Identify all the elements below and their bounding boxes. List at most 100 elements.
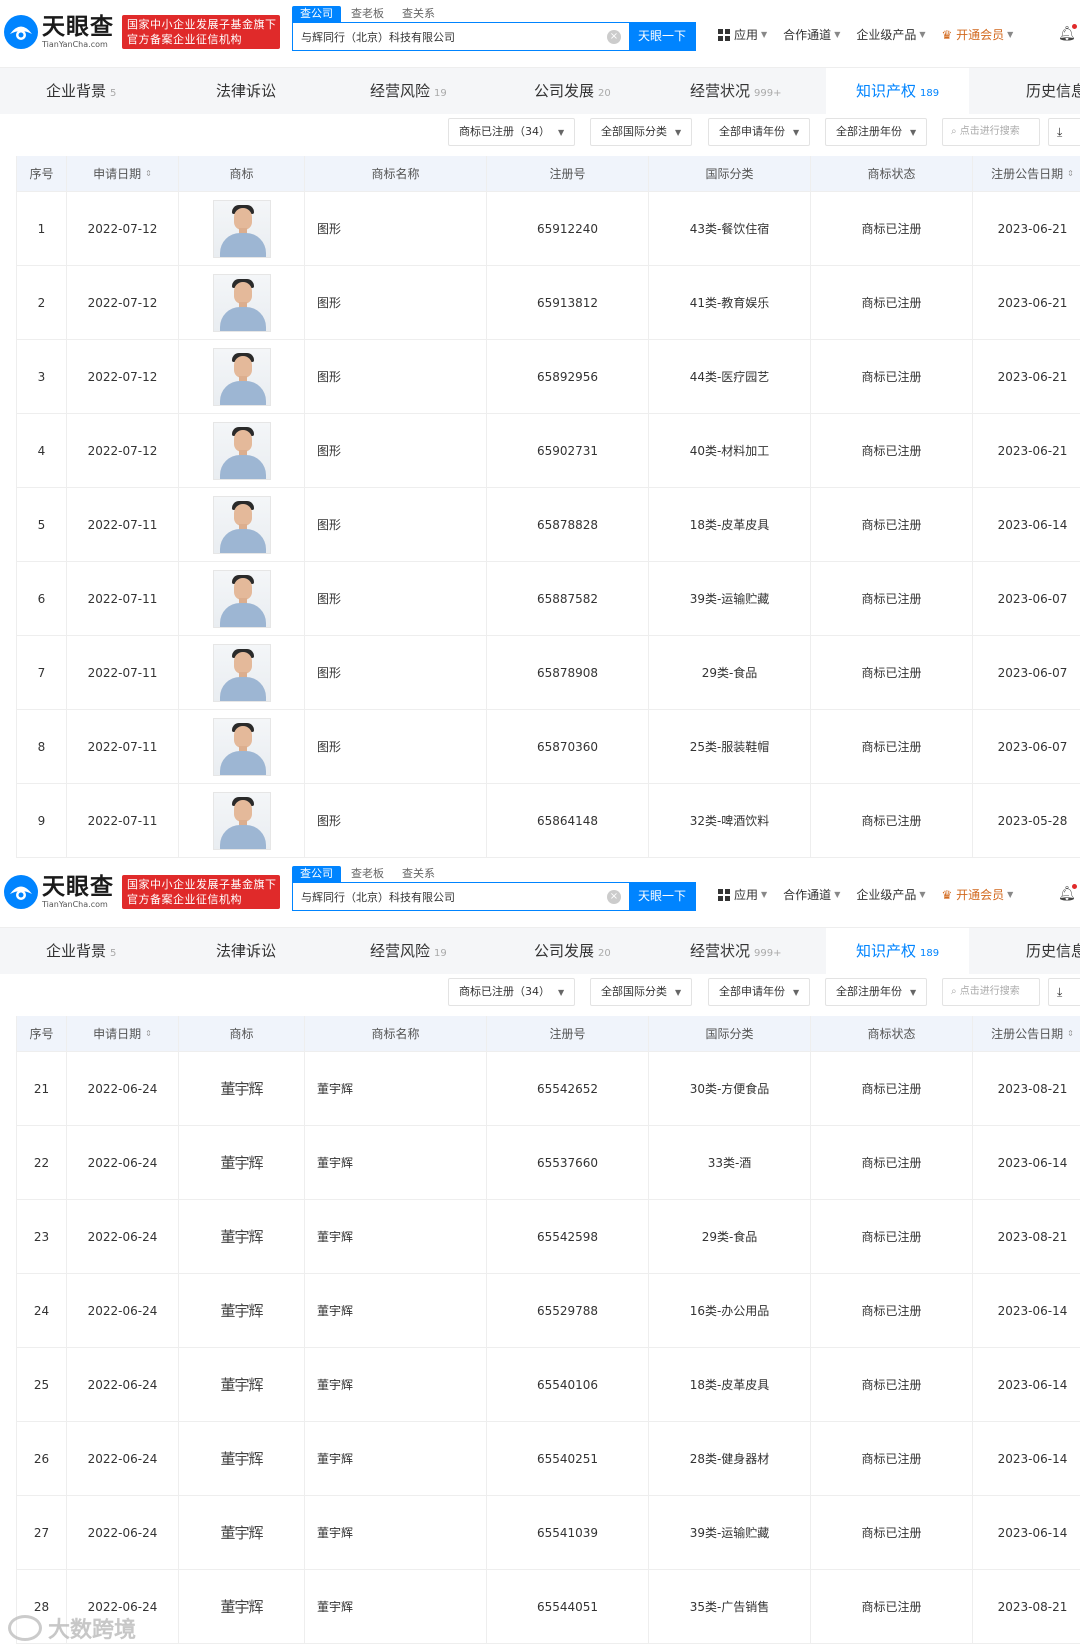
reg-year-filter[interactable]: 全部注册年份 ▼ [825,118,928,146]
reg-year-filter[interactable]: 全部注册年份 ▼ [825,978,928,1006]
table-row[interactable]: 28 2022-06-24 董宇辉 董宇辉 65544051 35类-广告销售 商标已注册 2… [17,1570,1080,1644]
table-row[interactable]: 4 2022-07-12 图形 65902731 40类-材料加工 商标已注册 2023-0… [17,414,1080,488]
trademark-image[interactable]: 董宇辉 [220,1078,263,1099]
notification-dot [1072,884,1077,889]
trademark-image[interactable] [212,569,271,628]
nav-enterprise[interactable]: 企业级产品 ▼ [856,886,925,903]
trademark-image[interactable] [212,495,271,554]
tab-risk[interactable]: 经营风险 19 [370,928,447,974]
nav-vip[interactable]: ♛ 开通会员 ▼ [942,26,1014,43]
trademark-image[interactable]: 董宇辉 [220,1596,263,1617]
table-row[interactable]: 27 2022-06-24 董宇辉 董宇辉 65541039 39类-运输贮藏 商标已注册 2… [17,1496,1080,1570]
clear-icon[interactable]: × [607,30,621,44]
table-row[interactable]: 8 2022-07-11 图形 65870360 25类-服装鞋帽 商标已注册 2023-0… [17,710,1080,784]
site-logo[interactable]: 天眼查 TianYanCha.com [2,12,114,52]
tab-litigation[interactable]: 法律诉讼 [216,928,276,974]
site-logo[interactable]: 天眼查 TianYanCha.com [2,872,114,912]
table-row[interactable]: 23 2022-06-24 董宇辉 董宇辉 65542598 29类-食品 商标已注册 202… [17,1200,1080,1274]
trademark-image[interactable] [212,273,271,332]
tianyancha-logo-icon [4,875,38,909]
search-tab-company[interactable]: 查公司 [292,6,341,22]
col-apply-date[interactable]: 申请日期 ⇕ [67,156,179,191]
trademark-image[interactable]: 董宇辉 [220,1300,263,1321]
official-badge: 国家中小企业发展子基金旗下 官方备案企业征信机构 [122,875,280,909]
nav-cooperation[interactable]: 合作通道 ▼ [783,886,840,903]
tab-development[interactable]: 公司发展 20 [534,68,611,114]
table-row[interactable]: 24 2022-06-24 董宇辉 董宇辉 65529788 16类-办公用品 商标已注册 2… [17,1274,1080,1348]
export-icon[interactable]: ⤓ [1048,978,1080,1006]
tianyancha-logo-icon [4,15,38,49]
chevron-down-icon: ▼ [1007,890,1014,899]
trademark-image[interactable]: 董宇辉 [220,1152,263,1173]
table-row[interactable]: 9 2022-07-11 图形 65864148 32类-啤酒饮料 商标已注册 2023-0… [17,784,1080,858]
table-row[interactable]: 3 2022-07-12 图形 65892956 44类-医疗园艺 商标已注册 2023-0… [17,340,1080,414]
status-filter[interactable]: 商标已注册（34） ▼ [448,978,576,1006]
search-input[interactable] [293,883,607,910]
tab-operations[interactable]: 经营状况 999+ [690,68,781,114]
col-apply-date[interactable]: 申请日期 ⇕ [67,1016,179,1051]
search-tab-relation[interactable]: 查关系 [394,866,443,882]
table-row[interactable]: 7 2022-07-11 图形 65878908 29类-食品 商标已注册 2023-06-… [17,636,1080,710]
col-pub-date[interactable]: 注册公告日期 ⇕ [973,156,1080,191]
table-search-input[interactable]: ⌕ 点击进行搜索 [942,978,1040,1006]
tab-operations[interactable]: 经营状况 999+ [690,928,781,974]
tab-litigation[interactable]: 法律诉讼 [216,68,276,114]
apply-year-filter[interactable]: 全部申请年份 ▼ [708,118,811,146]
nav-cooperation[interactable]: 合作通道 ▼ [783,26,840,43]
export-icon[interactable]: ⤓ [1048,118,1080,146]
table-row[interactable]: 2 2022-07-12 图形 65913812 41类-教育娱乐 商标已注册 2023-0… [17,266,1080,340]
apply-year-filter[interactable]: 全部申请年份 ▼ [708,978,811,1006]
tab-background[interactable]: 企业背景 5 [46,928,116,974]
pub-date: 2023-06-21 [973,340,1080,413]
search-input[interactable] [293,23,607,50]
trademark-image[interactable]: 董宇辉 [220,1374,263,1395]
search-tab-boss[interactable]: 查老板 [343,6,392,22]
search-tab-boss[interactable]: 查老板 [343,866,392,882]
search-button[interactable]: 天眼一下 [629,23,695,50]
trademark-image[interactable] [212,199,271,258]
tab-risk[interactable]: 经营风险 19 [370,68,447,114]
trademark-image[interactable] [212,717,271,776]
clear-icon[interactable]: × [607,890,621,904]
trademark-image[interactable] [212,347,271,406]
sort-icon: ⇕ [1067,1029,1074,1038]
table-row[interactable]: 5 2022-07-11 图形 65878828 18类-皮革皮具 商标已注册 2023-0… [17,488,1080,562]
trademark-image[interactable] [212,791,271,850]
table-search-input[interactable]: ⌕ 点击进行搜索 [942,118,1040,146]
search-tab-relation[interactable]: 查关系 [394,6,443,22]
col-pub-date[interactable]: 注册公告日期 ⇕ [973,1016,1080,1051]
status-filter[interactable]: 商标已注册（34） ▼ [448,118,576,146]
tab-ip[interactable]: 知识产权 189 [826,68,970,114]
nav-apps[interactable]: 应用 ▼ [718,26,767,43]
table-row[interactable]: 6 2022-07-11 图形 65887582 39类-运输贮藏 商标已注册 2023-0… [17,562,1080,636]
trademark-image[interactable] [212,643,271,702]
search-button[interactable]: 天眼一下 [629,883,695,910]
intl-class-filter[interactable]: 全部国际分类 ▼ [590,978,693,1006]
tab-background[interactable]: 企业背景 5 [46,68,116,114]
search-tab-company[interactable]: 查公司 [292,866,341,882]
trademark-image[interactable]: 董宇辉 [220,1522,263,1543]
nav-enterprise[interactable]: 企业级产品 ▼ [856,26,925,43]
table-row[interactable]: 21 2022-06-24 董宇辉 董宇辉 65542652 30类-方便食品 商标已注册 2… [17,1052,1080,1126]
tab-ip[interactable]: 知识产权 189 [826,928,970,974]
official-badge: 国家中小企业发展子基金旗下 官方备案企业征信机构 [122,15,280,49]
trademark-image[interactable] [212,421,271,480]
table-row[interactable]: 22 2022-06-24 董宇辉 董宇辉 65537660 33类-酒 商标已注册 2023… [17,1126,1080,1200]
trademark-image[interactable]: 董宇辉 [220,1448,263,1469]
table-row[interactable]: 1 2022-07-12 图形 65912240 43类-餐饮住宿 商标已注册 2023-0… [17,192,1080,266]
section-tabs: 企业背景 5 法律诉讼 经营风险 19 公司发展 20 经营状况 999+ 知识产权 18… [0,928,1080,974]
nav-vip[interactable]: ♛ 开通会员 ▼ [942,886,1014,903]
table-row[interactable]: 25 2022-06-24 董宇辉 董宇辉 65540106 18类-皮革皮具 商标已注册 2… [17,1348,1080,1422]
tab-history[interactable]: 历史信息 [1026,68,1080,114]
tab-development[interactable]: 公司发展 20 [534,928,611,974]
trademark-status: 商标已注册 [811,414,973,487]
table-row[interactable]: 26 2022-06-24 董宇辉 董宇辉 65540251 28类-健身器材 商标已注册 2… [17,1422,1080,1496]
col-trademark-name: 商标名称 [305,156,487,191]
search-type-tabs: 查公司 查老板 查关系 [292,6,445,22]
screenshot-panel-bottom: 天眼查 TianYanCha.com 国家中小企业发展子基金旗下 官方备案企业征… [0,860,1080,1648]
watermark-logo-icon [8,1615,42,1641]
trademark-image[interactable]: 董宇辉 [220,1226,263,1247]
intl-class-filter[interactable]: 全部国际分类 ▼ [590,118,693,146]
tab-history[interactable]: 历史信息 [1026,928,1080,974]
nav-apps[interactable]: 应用 ▼ [718,886,767,903]
